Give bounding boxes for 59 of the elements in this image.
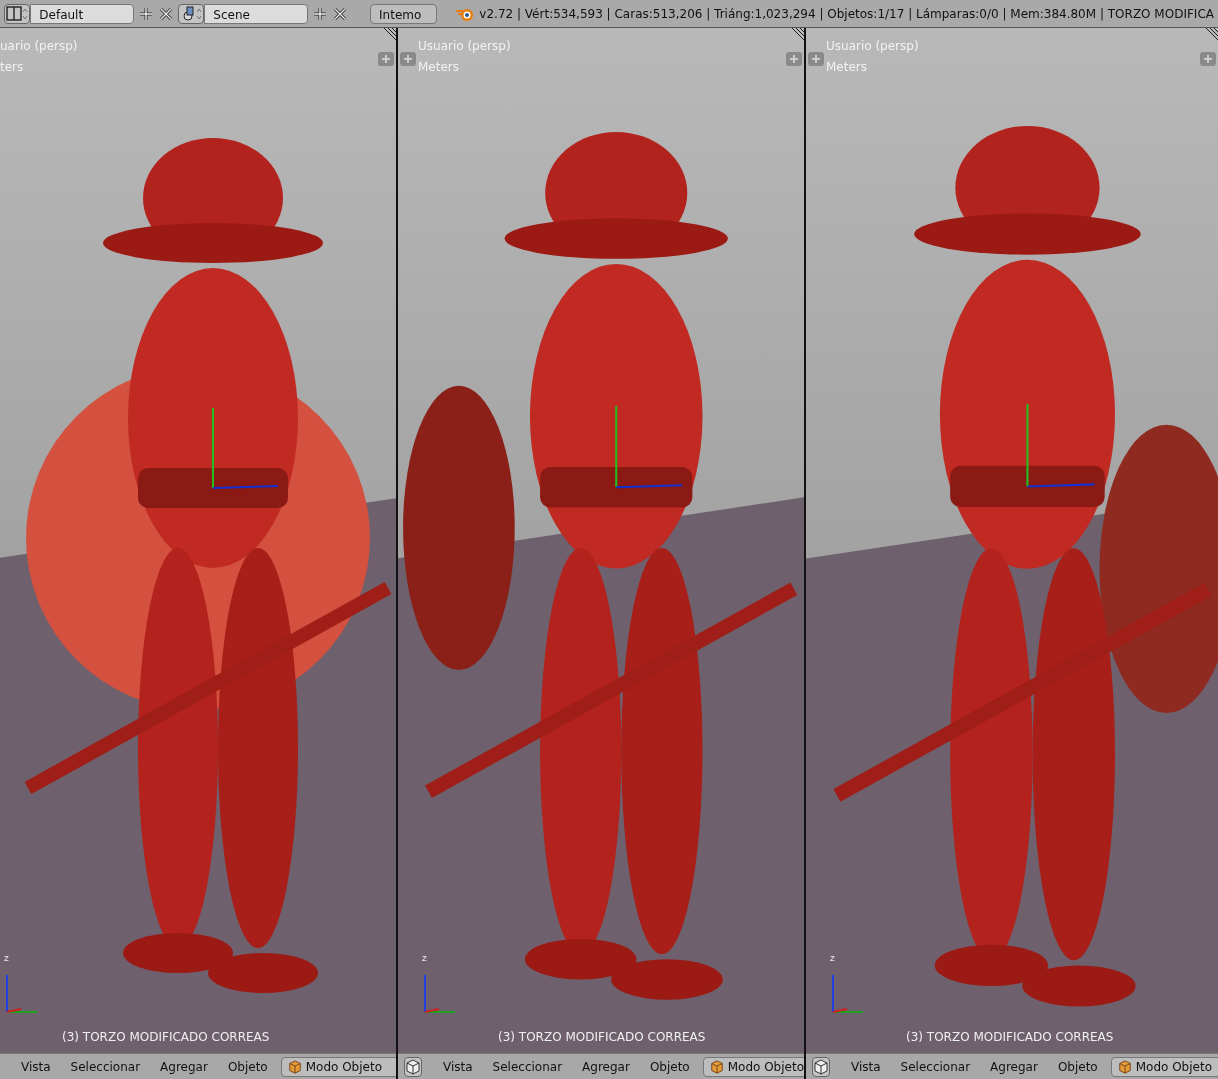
menu-item[interactable]: Objeto (1050, 1059, 1105, 1074)
mode-dropdown[interactable]: Modo Objeto (280, 1056, 396, 1077)
editor-type-button[interactable] (404, 1056, 422, 1077)
mode-dropdown[interactable]: Modo Objeto (702, 1056, 804, 1077)
active-object-label: (3) TORZO MODIFICADO CORREAS (498, 1030, 706, 1044)
mode-dropdown[interactable]: Modo Objeto (1110, 1056, 1218, 1077)
scene-statistics: v2.72 | Vért:534,593 | Caras:513,206 | Triáng:1,023,294 | Objetos:1/17 | Lámparas:0/0 | Mem:384.80M | TORZO MODIFICA (479, 6, 1214, 21)
plus-icon (1204, 55, 1212, 63)
menu-item[interactable]: Agregar (575, 1059, 637, 1074)
corner-handle-icon[interactable] (382, 28, 396, 42)
cube-icon (405, 1058, 421, 1075)
close-icon[interactable] (332, 5, 349, 22)
units-label: Meters (418, 60, 459, 74)
properties-toggle-button[interactable] (786, 52, 802, 66)
add-icon[interactable] (138, 5, 155, 22)
menu-item[interactable]: Seleccionar (485, 1059, 570, 1074)
axis-label: z (422, 953, 427, 963)
properties-toggle-button[interactable] (1200, 52, 1216, 66)
plus-icon (382, 55, 390, 63)
menu-item[interactable]: Seleccionar (893, 1059, 978, 1074)
menu-item[interactable]: Objeto (642, 1059, 697, 1074)
screen-layout-button[interactable] (4, 3, 31, 24)
plus-icon (812, 55, 820, 63)
menu-item[interactable]: Objeto (220, 1059, 275, 1074)
layout-icon (6, 5, 29, 22)
tool-shelf-toggle-button[interactable] (808, 52, 824, 66)
scene-button[interactable] (178, 3, 205, 24)
menu-item[interactable]: Seleccionar (63, 1059, 148, 1074)
menu-item[interactable]: Vista (844, 1059, 888, 1074)
tool-shelf-toggle-button[interactable] (400, 52, 416, 66)
view-name: uario (persp) (0, 39, 78, 53)
menu-item[interactable]: Vista (14, 1059, 58, 1074)
layout-field[interactable]: Default (30, 3, 135, 24)
close-icon[interactable] (158, 5, 175, 22)
menu-item[interactable]: Agregar (983, 1059, 1045, 1074)
cube-icon (1117, 1059, 1132, 1074)
cube-icon (287, 1059, 302, 1074)
render-engine-dropdown[interactable]: Intemo (370, 3, 438, 24)
scene-field[interactable]: Scene (204, 3, 309, 24)
editor-type-button[interactable] (812, 1056, 830, 1077)
plus-icon (404, 55, 412, 63)
menu-item[interactable]: Vista (436, 1059, 480, 1074)
add-icon[interactable] (312, 5, 329, 22)
corner-handle-icon[interactable] (790, 28, 804, 42)
axis-label: z (4, 953, 9, 963)
view-name: Usuario (persp) (826, 39, 919, 53)
active-object-label: (3) TORZO MODIFICADO CORREAS (62, 1030, 270, 1044)
properties-toggle-button[interactable] (378, 52, 394, 66)
cube-icon (813, 1058, 829, 1075)
menu-item[interactable]: Agregar (153, 1059, 215, 1074)
view-name: Usuario (persp) (418, 39, 511, 53)
axis-label: z (830, 953, 835, 963)
active-object-label: (3) TORZO MODIFICADO CORREAS (906, 1030, 1114, 1044)
corner-handle-icon[interactable] (1204, 28, 1218, 42)
plus-icon (790, 55, 798, 63)
cube-icon (709, 1059, 724, 1074)
units-label: Meters (826, 60, 867, 74)
units-label: ters (0, 60, 24, 74)
scene-icon (180, 5, 203, 22)
